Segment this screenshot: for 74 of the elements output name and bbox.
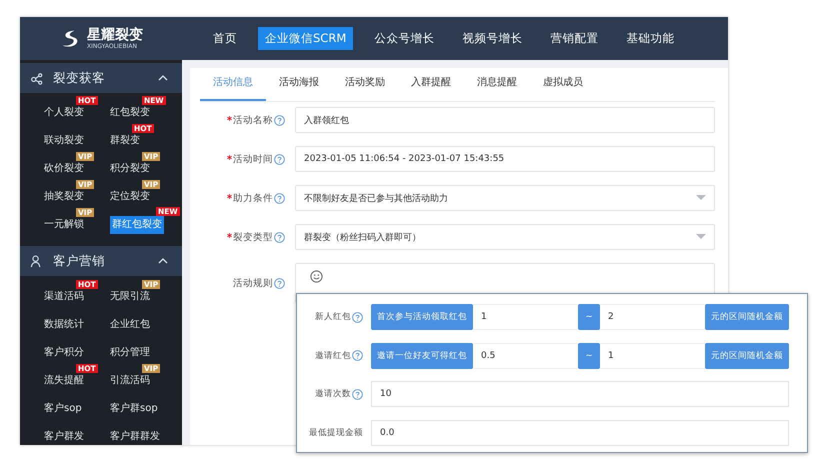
sidebar-item[interactable]: 渠道活码 (44, 289, 84, 305)
sidebar-item[interactable]: 流失提醒 (44, 373, 84, 389)
tab[interactable]: 虚拟成员 (530, 68, 596, 101)
help-icon[interactable] (274, 192, 285, 204)
sidebar-item[interactable]: 引流活码 (110, 373, 150, 389)
sidebar-item[interactable]: 积分裂变 (110, 161, 150, 177)
text-field[interactable]: 入群领红包 (295, 107, 715, 133)
field-label: 裂变类型 (233, 230, 273, 244)
sidebar-item[interactable]: 红包裂变 (110, 105, 150, 121)
sidebar-item[interactable]: 群裂变 (110, 133, 140, 149)
nav-tab[interactable]: 企业微信SCRM (258, 27, 354, 50)
dropdown-icon (696, 195, 706, 201)
sidebar-item[interactable]: 客户积分 (44, 345, 84, 361)
dropdown-icon (696, 234, 706, 240)
field-label: 活动规则 (233, 276, 273, 290)
range-separator: ~ (578, 342, 600, 368)
min-amount-field[interactable]: 0.5 (473, 342, 578, 368)
nav-tab[interactable]: 基础功能 (619, 27, 682, 50)
sidebar-item[interactable]: 积分管理 (110, 345, 150, 361)
field-label: 助力条件 (233, 192, 273, 204)
user-icon (30, 254, 43, 268)
help-icon[interactable] (352, 388, 363, 400)
sidebar-item[interactable]: 砍价裂变 (44, 161, 84, 177)
tab[interactable]: 活动海报 (266, 68, 332, 101)
field-label: 邀请红包 (315, 350, 351, 362)
sidebar-item[interactable]: 无限引流 (110, 289, 150, 305)
help-icon[interactable] (352, 350, 363, 361)
text-field[interactable]: 2023-01-05 11:06:54 - 2023-01-07 15:43:55 (295, 146, 715, 172)
tab[interactable]: 消息提醒 (464, 68, 530, 101)
logo-name: 星耀裂变 (87, 26, 143, 42)
tab[interactable]: 活动奖励 (332, 68, 398, 101)
share-icon (30, 72, 43, 84)
sidebar-item[interactable]: 客户群群发 (110, 429, 160, 445)
min-amount-field[interactable]: 1 (473, 304, 578, 330)
input-prefix: 首次参与活动领取红包 (371, 304, 473, 330)
select-field[interactable]: 不限制好友是否已参与其他活动助力 (295, 185, 715, 211)
tab[interactable]: 入群提醒 (398, 68, 464, 101)
nav-tab[interactable]: 首页 (206, 27, 244, 50)
field-label: 新人红包 (315, 311, 351, 323)
help-icon[interactable] (274, 114, 285, 126)
field-label: 活动时间 (233, 152, 273, 166)
sidebar-item[interactable]: 群红包裂变 (110, 216, 164, 234)
sidebar-section-header[interactable]: 客户营销 (20, 246, 182, 276)
help-icon[interactable] (274, 232, 285, 242)
sidebar-item[interactable]: 联动裂变 (44, 133, 84, 149)
sidebar-item[interactable]: 数据统计 (44, 317, 84, 333)
range-separator: ~ (578, 304, 600, 330)
max-amount-field[interactable]: 1 (600, 342, 705, 368)
input-suffix: 元的区间随机金额 (705, 342, 789, 368)
sidebar-item[interactable]: 客户sop (44, 401, 82, 417)
text-field[interactable]: 0.0 (371, 420, 789, 446)
sidebar-item[interactable]: 客户群发 (44, 429, 84, 445)
sidebar-item[interactable]: 企业红包 (110, 317, 150, 333)
input-suffix: 元的区间随机金额 (705, 304, 789, 330)
help-icon[interactable] (352, 312, 363, 322)
field-label: 活动名称 (233, 114, 273, 126)
help-icon[interactable] (274, 278, 285, 288)
sidebar-item[interactable]: 客户群sop (110, 401, 158, 417)
smiley-icon[interactable] (310, 270, 323, 283)
sidebar-section-header[interactable]: 裂变获客 (20, 63, 182, 93)
max-amount-field[interactable]: 2 (600, 304, 705, 330)
nav-tab[interactable]: 公众号增长 (367, 27, 442, 50)
text-field[interactable]: 10 (371, 381, 789, 407)
select-field[interactable]: 群裂变（粉丝扫码入群即可） (295, 224, 715, 250)
nav-tab[interactable]: 营销配置 (543, 27, 606, 50)
help-icon[interactable] (274, 154, 285, 164)
field-label: 邀请次数 (315, 388, 351, 400)
sidebar-item[interactable]: 抽奖裂变 (44, 189, 84, 205)
input-prefix: 邀请一位好友可得红包 (371, 342, 473, 368)
sidebar-item[interactable]: 个人裂变 (44, 105, 84, 121)
nav-tab[interactable]: 视频号增长 (455, 27, 530, 50)
field-label: 最低提现金额 (309, 426, 363, 438)
sidebar-item[interactable]: 一元解锁 (44, 217, 84, 233)
sidebar-item[interactable]: 定位裂变 (110, 189, 150, 205)
